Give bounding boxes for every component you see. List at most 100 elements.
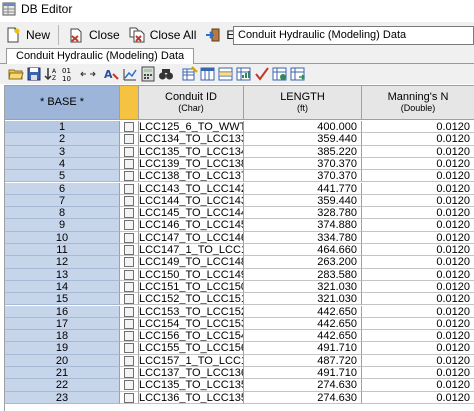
row-checkbox[interactable] xyxy=(124,257,134,268)
row-checkbox[interactable] xyxy=(124,146,134,157)
cell-mannings-n[interactable]: 0.0120 xyxy=(362,195,474,208)
number-format-icon[interactable]: 01 10 xyxy=(62,66,78,82)
row-select-cell[interactable] xyxy=(120,207,139,220)
row-checkbox[interactable] xyxy=(124,306,134,317)
table-row[interactable]: 19 LCC155_TO_LCC156 491.710 0.0120 xyxy=(5,342,474,355)
column-header-length[interactable]: LENGTH (ft) xyxy=(244,86,362,120)
column-header-mannings-n[interactable]: Manning's N (Double) xyxy=(362,86,474,120)
cell-conduit-id[interactable]: LCC150_TO_LCC149 xyxy=(139,268,244,281)
find-icon[interactable] xyxy=(158,66,174,82)
cell-length[interactable]: 442.650 xyxy=(244,317,362,331)
cell-length[interactable]: 359.440 xyxy=(244,133,362,146)
cell-length[interactable]: 328.780 xyxy=(244,207,362,220)
cell-conduit-id[interactable]: LCC147_1_TO_LCC147 xyxy=(139,244,244,257)
cell-conduit-id[interactable]: LCC138_TO_LCC137 xyxy=(139,170,244,183)
cell-conduit-id[interactable]: LCC143_TO_LCC142 xyxy=(139,182,244,195)
row-checkbox[interactable] xyxy=(124,171,134,182)
cell-mannings-n[interactable]: 0.0120 xyxy=(362,256,474,269)
table-row[interactable]: 7 LCC144_TO_LCC143 359.440 0.0120 xyxy=(5,194,474,208)
row-base-index[interactable]: 20 xyxy=(5,354,120,367)
tab-conduit-hydraulic[interactable]: Conduit Hydraulic (Modeling) Data xyxy=(6,48,195,65)
row-checkbox[interactable] xyxy=(124,245,134,255)
row-select-cell[interactable] xyxy=(120,342,139,355)
cell-conduit-id[interactable]: LCC154_TO_LCC153 xyxy=(139,317,244,331)
cell-mannings-n[interactable]: 0.0120 xyxy=(362,281,474,294)
table-columns-icon[interactable] xyxy=(200,66,216,82)
table-row[interactable]: 4 LCC139_TO_LCC138 370.370 0.0120 xyxy=(5,157,474,171)
cell-mannings-n[interactable]: 0.0120 xyxy=(362,170,474,183)
row-checkbox[interactable] xyxy=(124,318,134,329)
query-icon[interactable]: A xyxy=(104,66,120,82)
row-select-cell[interactable] xyxy=(120,182,139,195)
row-checkbox[interactable] xyxy=(124,392,134,403)
row-base-index[interactable]: 6 xyxy=(5,182,120,195)
cell-conduit-id[interactable]: LCC145_TO_LCC144 xyxy=(139,207,244,220)
cell-mannings-n[interactable]: 0.0120 xyxy=(362,207,474,220)
cell-conduit-id[interactable]: LCC139_TO_LCC138 xyxy=(139,157,244,171)
table-row[interactable]: 17 LCC154_TO_LCC153 442.650 0.0120 xyxy=(5,317,474,331)
row-select-cell[interactable] xyxy=(120,157,139,171)
sort-icon[interactable]: AZ xyxy=(44,66,60,82)
row-checkbox[interactable] xyxy=(124,232,134,243)
cell-mannings-n[interactable]: 0.0120 xyxy=(362,355,474,367)
row-base-index[interactable]: 12 xyxy=(5,256,120,269)
table-row[interactable]: 18 LCC156_TO_LCC154 442.650 0.0120 xyxy=(5,330,474,343)
row-select-cell[interactable] xyxy=(120,256,139,269)
validate-icon[interactable] xyxy=(254,66,270,82)
row-select-cell[interactable] xyxy=(120,145,139,158)
table-select-dropdown[interactable]: Conduit Hydraulic (Modeling) Data xyxy=(233,26,474,45)
cell-length[interactable]: 442.650 xyxy=(244,330,362,343)
table-row[interactable]: 15 LCC152_TO_LCC151 321.030 0.0120 xyxy=(5,293,474,306)
cell-length[interactable]: 283.580 xyxy=(244,268,362,281)
cell-mannings-n[interactable]: 0.0120 xyxy=(362,133,474,146)
cell-mannings-n[interactable]: 0.0120 xyxy=(362,379,474,392)
close-all-button[interactable]: Close All xyxy=(124,24,201,46)
cell-length[interactable]: 321.030 xyxy=(244,293,362,306)
row-checkbox[interactable] xyxy=(124,183,134,194)
cell-conduit-id[interactable]: LCC153_TO_LCC152 xyxy=(139,305,244,318)
new-button[interactable]: New xyxy=(0,24,54,46)
table-link-icon[interactable] xyxy=(272,66,288,82)
row-base-index[interactable]: 5 xyxy=(5,170,120,183)
table-row[interactable]: 14 LCC151_TO_LCC150 321.030 0.0120 xyxy=(5,280,474,294)
cell-conduit-id[interactable]: LCC136_TO_LCC135 xyxy=(139,391,244,404)
cell-mannings-n[interactable]: 0.0120 xyxy=(362,318,474,331)
row-checkbox[interactable] xyxy=(124,134,134,145)
row-select-cell[interactable] xyxy=(120,170,139,183)
row-checkbox[interactable] xyxy=(124,208,134,219)
table-edit-icon[interactable] xyxy=(182,66,198,82)
table-rows-icon[interactable] xyxy=(218,66,234,82)
row-base-index[interactable]: 19 xyxy=(5,342,120,355)
table-row[interactable]: 3 LCC135_TO_LCC134 385.220 0.0120 xyxy=(5,145,474,158)
row-checkbox[interactable] xyxy=(124,122,134,132)
row-checkbox[interactable] xyxy=(124,195,134,206)
close-button[interactable]: Close xyxy=(63,24,124,46)
row-select-cell[interactable] xyxy=(120,317,139,331)
row-select-cell[interactable] xyxy=(120,330,139,343)
row-select-cell[interactable] xyxy=(120,219,139,232)
column-header-base[interactable]: * BASE * xyxy=(5,86,120,120)
cell-mannings-n[interactable]: 0.0120 xyxy=(362,342,474,355)
cell-mannings-n[interactable]: 0.0120 xyxy=(362,392,474,404)
row-base-index[interactable]: 14 xyxy=(5,280,120,294)
table-row[interactable]: 1 LCC125_6_TO_WWTP 400.000 0.0120 xyxy=(5,121,474,134)
row-base-index[interactable]: 23 xyxy=(5,391,120,404)
row-base-index[interactable]: 13 xyxy=(5,268,120,281)
row-checkbox[interactable] xyxy=(124,294,134,305)
table-row[interactable]: 21 LCC137_TO_LCC136 491.710 0.0120 xyxy=(5,367,474,380)
row-select-cell[interactable] xyxy=(120,231,139,244)
cell-conduit-id[interactable]: LCC137_TO_LCC136 xyxy=(139,367,244,380)
statistics-icon[interactable] xyxy=(122,66,138,82)
table-row[interactable]: 6 LCC143_TO_LCC142 441.770 0.0120 xyxy=(5,182,474,195)
cell-mannings-n[interactable]: 0.0120 xyxy=(362,306,474,318)
row-base-index[interactable]: 3 xyxy=(5,145,120,158)
cell-mannings-n[interactable]: 0.0120 xyxy=(362,183,474,195)
cell-mannings-n[interactable]: 0.0120 xyxy=(362,158,474,171)
table-export-icon[interactable] xyxy=(290,66,306,82)
cell-length[interactable]: 487.720 xyxy=(244,354,362,367)
cell-conduit-id[interactable]: LCC125_6_TO_WWTP xyxy=(139,121,244,134)
row-base-index[interactable]: 7 xyxy=(5,194,120,208)
row-checkbox[interactable] xyxy=(124,368,134,378)
table-row[interactable]: 22 LCC135_TO_LCC135 274.630 0.0120 xyxy=(5,379,474,392)
table-row[interactable]: 12 LCC149_TO_LCC148 263.200 0.0120 xyxy=(5,256,474,269)
